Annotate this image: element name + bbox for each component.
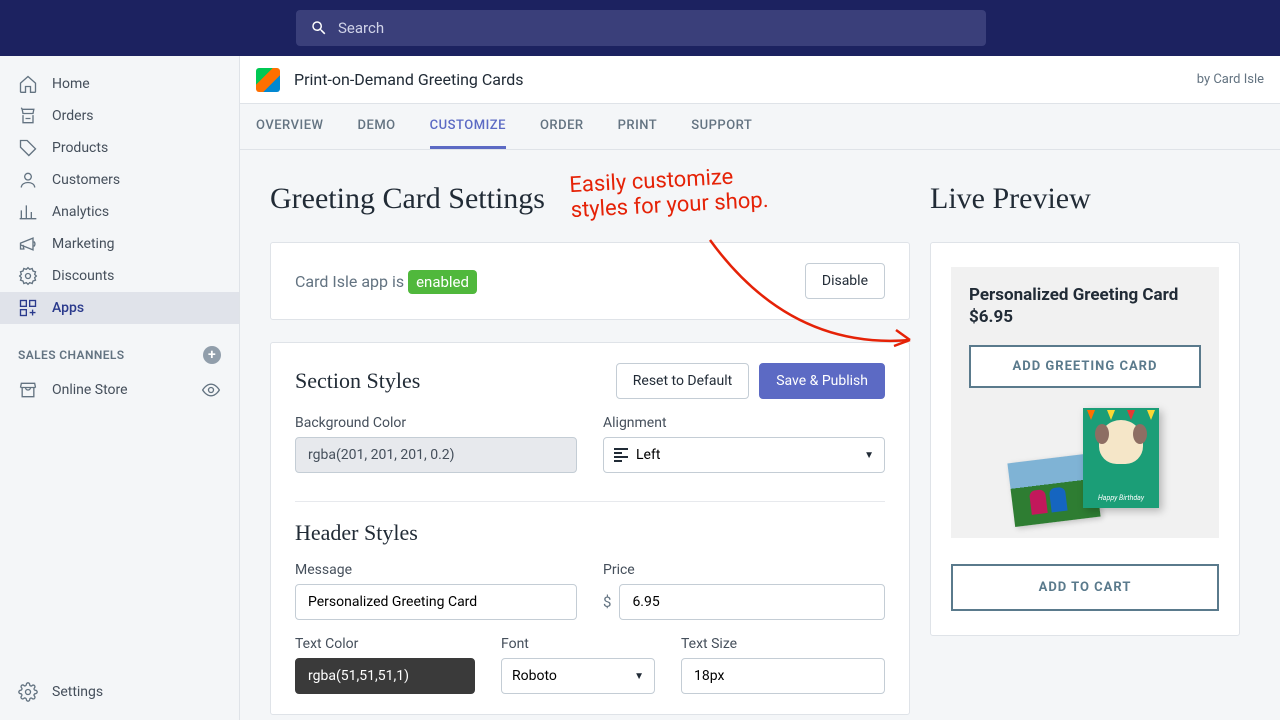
tab-support[interactable]: SUPPORT (691, 118, 752, 149)
marketing-icon (18, 234, 38, 254)
app-author: by Card Isle (1197, 72, 1264, 87)
nav-label: Online Store (52, 382, 128, 398)
nav-marketing[interactable]: Marketing (0, 228, 239, 260)
channels-header: SALES CHANNELS + (0, 324, 239, 374)
textcolor-input[interactable] (295, 658, 475, 694)
search-input[interactable] (338, 19, 972, 37)
nav-apps[interactable]: Apps (0, 292, 239, 324)
nav-customers[interactable]: Customers (0, 164, 239, 196)
tab-demo[interactable]: DEMO (357, 118, 395, 149)
textsize-input[interactable] (681, 658, 885, 694)
nav-label: Settings (52, 684, 103, 700)
channels-label-text: SALES CHANNELS (18, 348, 125, 362)
page-title: Greeting Card Settings (270, 182, 910, 216)
apps-icon (18, 298, 38, 318)
preview-product-title: Personalized Greeting Card (969, 285, 1201, 305)
app-header: Print-on-Demand Greeting Cards by Card I… (240, 56, 1280, 104)
nav-settings[interactable]: Settings (0, 676, 239, 708)
analytics-icon (18, 202, 38, 222)
tab-order[interactable]: ORDER (540, 118, 584, 149)
nav-label: Analytics (52, 204, 109, 220)
greeting-card-image: Happy Birthday (1083, 408, 1159, 508)
disable-button[interactable]: Disable (805, 263, 885, 299)
header-styles-title: Header Styles (295, 520, 885, 546)
customers-icon (18, 170, 38, 190)
nav-label: Discounts (52, 268, 114, 284)
nav-analytics[interactable]: Analytics (0, 196, 239, 228)
preview-heading: Live Preview (930, 182, 1240, 216)
tab-overview[interactable]: OVERVIEW (256, 118, 323, 149)
textsize-label: Text Size (681, 636, 885, 652)
textcolor-label: Text Color (295, 636, 475, 652)
tab-bar: OVERVIEW DEMO CUSTOMIZE ORDER PRINT SUPP… (240, 104, 1280, 150)
nav-label: Home (52, 76, 90, 92)
store-icon (18, 380, 38, 400)
add-channel-button[interactable]: + (203, 346, 221, 364)
nav-products[interactable]: Products (0, 132, 239, 164)
nav-online-store[interactable]: Online Store (0, 374, 239, 406)
gear-icon (18, 682, 38, 702)
align-left-icon (614, 448, 628, 462)
preview-panel: Personalized Greeting Card $6.95 ADD GRE… (930, 242, 1240, 636)
reset-button[interactable]: Reset to Default (616, 363, 749, 399)
main-content: Print-on-Demand Greeting Cards by Card I… (240, 56, 1280, 720)
price-input[interactable] (619, 584, 885, 620)
orders-icon (18, 106, 38, 126)
message-input[interactable] (295, 584, 577, 620)
search-icon (310, 19, 328, 37)
save-publish-button[interactable]: Save & Publish (759, 363, 885, 399)
eye-icon[interactable] (201, 380, 221, 400)
status-text: Card Isle app is enabled (295, 272, 477, 291)
message-label: Message (295, 562, 577, 578)
nav-label: Apps (52, 300, 84, 316)
status-card: Card Isle app is enabled Disable (270, 242, 910, 320)
app-logo (256, 68, 280, 92)
font-label: Font (501, 636, 655, 652)
add-to-cart-button[interactable]: ADD TO CART (951, 564, 1219, 611)
price-label: Price (603, 562, 885, 578)
chevron-down-icon: ▼ (864, 450, 874, 461)
status-badge: enabled (408, 270, 477, 294)
nav-orders[interactable]: Orders (0, 100, 239, 132)
tab-customize[interactable]: CUSTOMIZE (430, 118, 506, 149)
app-title: Print-on-Demand Greeting Cards (294, 70, 524, 89)
search-input-container[interactable] (296, 10, 986, 46)
products-icon (18, 138, 38, 158)
nav-label: Customers (52, 172, 120, 188)
nav-label: Marketing (52, 236, 115, 252)
tab-print[interactable]: PRINT (618, 118, 658, 149)
section-styles-title: Section Styles (295, 368, 420, 394)
alignment-label: Alignment (603, 415, 885, 431)
nav-home[interactable]: Home (0, 68, 239, 100)
home-icon (18, 74, 38, 94)
chevron-down-icon: ▼ (634, 671, 644, 682)
nav-label: Products (52, 140, 108, 156)
sidebar: Home Orders Products Customers Analytics… (0, 56, 240, 720)
bg-color-input[interactable] (295, 437, 577, 473)
alignment-select[interactable]: Left ▼ (603, 437, 885, 473)
currency-symbol: $ (603, 593, 611, 611)
nav-label: Orders (52, 108, 94, 124)
font-select[interactable]: Roboto ▼ (501, 658, 655, 694)
discounts-icon (18, 266, 38, 286)
styles-card: Section Styles Reset to Default Save & P… (270, 342, 910, 715)
preview-product-price: $6.95 (969, 307, 1201, 327)
nav-discounts[interactable]: Discounts (0, 260, 239, 292)
top-bar (0, 0, 1280, 56)
preview-widget: Personalized Greeting Card $6.95 ADD GRE… (951, 267, 1219, 538)
preview-images: Happy Birthday (969, 388, 1201, 518)
bg-color-label: Background Color (295, 415, 577, 431)
add-greeting-card-button[interactable]: ADD GREETING CARD (969, 345, 1201, 388)
divider (295, 501, 885, 502)
